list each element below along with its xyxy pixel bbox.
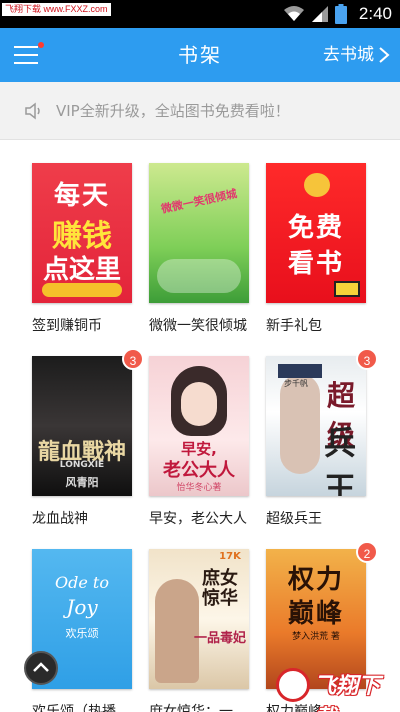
book-cover: 免费 看书 [266, 163, 366, 303]
cover-text: Joy [66, 595, 98, 619]
money-bag-illustration [304, 173, 330, 197]
book-cover: 每天 赚钱 点这里 [32, 163, 132, 303]
cover-text: 兵王 [323, 424, 356, 496]
announcement-bar[interactable]: VIP全新升级，全站图书免费看啦！ [0, 82, 400, 140]
book-title: 新手礼包 [266, 318, 322, 334]
book-item[interactable]: 每天 赚钱 点这里 签到赚铜币 [32, 163, 134, 335]
cover-text: 老公大人 [163, 460, 235, 481]
unread-count-badge: 2 [356, 541, 378, 563]
wifi-icon [283, 6, 304, 21]
speaker-icon [25, 101, 40, 120]
book-title: 龙血战神 [32, 511, 88, 527]
signal-icon [311, 6, 328, 22]
clock: 2:40 [358, 4, 392, 23]
book-cover: 龍血戰神 LONGXIE 风青阳 [32, 356, 132, 496]
cover-text: 庶女惊华 [202, 568, 238, 609]
book-title: 微微一笑很倾城 [149, 318, 247, 334]
site-watermark: 飞翔下载 www.fxxz.com [276, 666, 394, 712]
cover-text: 看书 [287, 249, 344, 279]
cover-text: 权力 [287, 565, 344, 595]
book-title: 早安，老公大人 [149, 511, 247, 527]
status-bar: 飞翔下载 www.FXXZ.com 2:40 [0, 0, 400, 28]
chevron-up-icon [33, 662, 49, 672]
coins-illustration [42, 283, 122, 297]
book-cover: 早安, 老公大人 怡华冬心著 [149, 356, 249, 496]
cover-text: 欢乐颂 [65, 627, 99, 640]
book-item[interactable]: 超级 兵王 步千帆 3 超级兵王 [266, 348, 378, 528]
book-title: 签到赚铜币 [32, 318, 102, 334]
book-cover: 17K 庶女惊华 一品毒妃 [149, 549, 249, 689]
cover-art [157, 259, 241, 293]
scroll-to-top-button[interactable] [24, 651, 58, 685]
cover-text: 17K [219, 551, 241, 562]
chevron-right-icon [379, 47, 390, 63]
cover-text: 微微一笑很倾城 [160, 187, 239, 216]
book-title: 庶女惊华：一... [149, 704, 247, 712]
book-item[interactable]: 龍血戰神 LONGXIE 风青阳 3 龙血战神 [32, 348, 144, 528]
unread-count-badge: 3 [122, 348, 144, 370]
hand-cursor-illustration [334, 281, 360, 297]
book-cover: 微微一笑很倾城 [149, 163, 249, 303]
cover-text: 怡华冬心著 [176, 483, 222, 493]
status-watermark: 飞翔下载 www.FXXZ.com [2, 3, 111, 16]
cover-face [181, 382, 217, 426]
watermark-brand: 飞翔下载 [314, 674, 381, 712]
book-item[interactable]: 免费 看书 新手礼包 [266, 163, 368, 335]
watermark-url: www.fxxz.com [316, 694, 367, 703]
book-item[interactable]: 17K 庶女惊华 一品毒妃 庶女惊华：一... [149, 549, 251, 712]
go-to-store-link[interactable]: 去书城 [323, 28, 390, 82]
cover-text: 步千帆 [284, 379, 308, 388]
cover-text: 每天 [53, 181, 110, 211]
cover-text: Ode to [55, 573, 109, 592]
cover-text: 一品毒妃 [193, 631, 246, 646]
book-item[interactable]: Ode to Joy 欢乐颂 欢乐颂（热播... [32, 549, 134, 712]
book-item[interactable]: 早安, 老公大人 怡华冬心著 早安，老公大人 [149, 356, 251, 528]
cover-text: 巅峰 [287, 599, 344, 629]
cover-text: 免费 [287, 213, 344, 243]
book-title: 欢乐颂（热播... [32, 704, 130, 712]
book-title: 超级兵王 [266, 511, 322, 527]
status-icons: 2:40 [283, 3, 392, 25]
app-bar: 书架 去书城 [0, 28, 400, 82]
announcement-text: VIP全新升级，全站图书免费看啦！ [56, 102, 290, 120]
cover-text: 点这里 [42, 255, 121, 285]
unread-count-badge: 3 [356, 348, 378, 370]
battery-icon [334, 4, 347, 24]
watermark-logo-icon [276, 668, 310, 702]
cover-text: 梦入洪荒 著 [292, 632, 340, 642]
cover-text: LONGXIE [59, 460, 105, 470]
book-cover: 超级 兵王 步千帆 [266, 356, 366, 496]
book-item[interactable]: 微微一笑很倾城 微微一笑很倾城 [149, 163, 251, 335]
cover-text: 风青阳 [65, 476, 99, 489]
store-link-label: 去书城 [323, 45, 374, 65]
